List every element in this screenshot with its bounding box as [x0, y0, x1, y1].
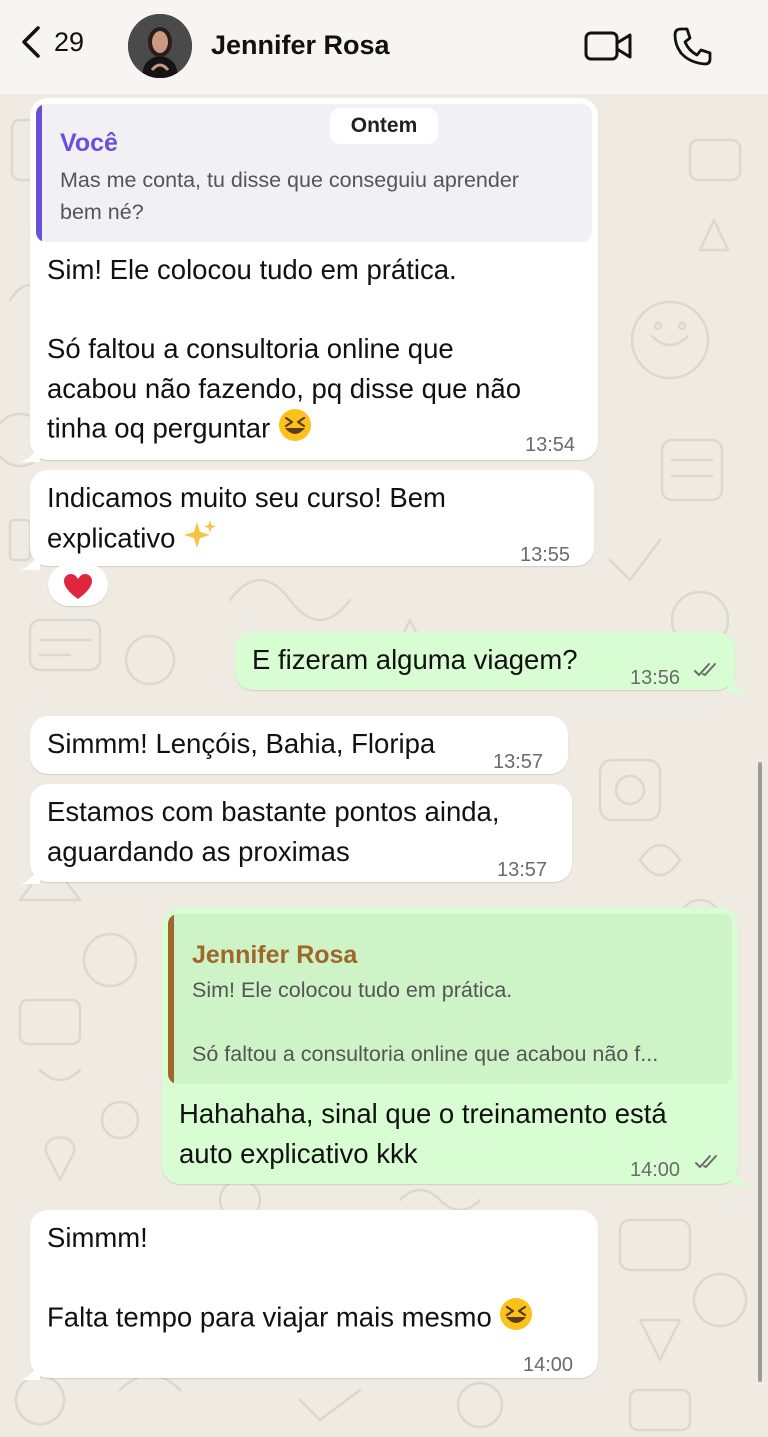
unread-count: 29: [54, 26, 85, 57]
date-separator: Ontem: [330, 108, 438, 144]
heart-reaction[interactable]: [48, 564, 108, 606]
video-call-button[interactable]: [584, 27, 632, 70]
read-receipt-icon: [695, 1155, 717, 1168]
message-time: 13:57: [493, 751, 544, 773]
read-receipt-icon: [694, 663, 716, 676]
message-time: 13:54: [525, 434, 576, 456]
quote-author: Jennifer Rosa: [192, 941, 358, 969]
message-bubble-incoming[interactable]: Simmm! Lençóis, Bahia, Floripa 13:57: [30, 716, 568, 774]
message-text: Indicamos muito seu curso! Bem explicati…: [47, 478, 446, 562]
bubble-tail: [20, 866, 40, 884]
message-text: Simmm! Falta tempo para viajar mais mesm…: [47, 1218, 533, 1342]
quote-author: Você: [60, 129, 118, 157]
message-text: Simmm! Lençóis, Bahia, Floripa: [47, 728, 436, 759]
quoted-message[interactable]: Jennifer Rosa Sim! Ele colocou tudo em p…: [168, 914, 732, 1084]
message-bubble-outgoing[interactable]: E fizeram alguma viagem? 13:56: [235, 632, 735, 690]
bubble-tail: [20, 552, 40, 570]
bubble-tail: [731, 1168, 751, 1186]
message-bubble-incoming[interactable]: Indicamos muito seu curso! Bem explicati…: [30, 470, 594, 566]
sparkles-emoji: [183, 518, 217, 563]
message-bubble-incoming[interactable]: Simmm! Falta tempo para viajar mais mesm…: [30, 1210, 598, 1378]
contact-name[interactable]: Jennifer Rosa: [211, 30, 390, 61]
video-camera-icon: [584, 31, 632, 61]
message-text: Sim! Ele colocou tudo em prática. Só fal…: [47, 250, 521, 453]
laughing-face-emoji: [499, 1297, 533, 1342]
quote-text: Sim! Ele colocou tudo em prática. Só fal…: [192, 978, 659, 1066]
scrollbar[interactable]: [758, 762, 762, 1382]
chat-header: 29 Jennifer Rosa: [0, 0, 768, 94]
quote-accent-bar: [36, 104, 42, 242]
message-text: Hahahaha, sinal que o treinamento está a…: [179, 1098, 667, 1169]
bubble-tail: [20, 444, 40, 462]
back-button[interactable]: 29: [18, 22, 84, 62]
message-text: E fizeram alguma viagem?: [252, 644, 578, 675]
message-bubble-incoming[interactable]: Estamos com bastante pontos ainda, aguar…: [30, 784, 572, 882]
message-bubble-incoming[interactable]: Você Mas me conta, tu disse que consegui…: [30, 98, 598, 460]
heart-icon: [64, 574, 92, 600]
phone-icon: [673, 27, 712, 66]
laughing-face-emoji: [278, 408, 312, 453]
message-time: 13:55: [520, 544, 571, 566]
bubble-tail: [20, 1362, 40, 1380]
message-time: 14:00: [630, 1159, 681, 1181]
chevron-left-icon: [22, 26, 40, 58]
bubble-tail: [728, 674, 748, 692]
avatar[interactable]: [128, 14, 192, 78]
message-time: 13:57: [497, 859, 548, 881]
quoted-message[interactable]: Você Mas me conta, tu disse que consegui…: [36, 104, 592, 242]
message-text: Estamos com bastante pontos ainda, aguar…: [47, 796, 500, 867]
voice-call-button[interactable]: [672, 25, 714, 72]
quote-text: Mas me conta, tu disse que conseguiu apr…: [60, 168, 519, 224]
quote-accent-bar: [168, 914, 174, 1084]
message-time: 14:00: [523, 1354, 574, 1376]
message-time: 13:56: [630, 667, 681, 689]
message-bubble-outgoing[interactable]: Jennifer Rosa Sim! Ele colocou tudo em p…: [162, 908, 738, 1184]
